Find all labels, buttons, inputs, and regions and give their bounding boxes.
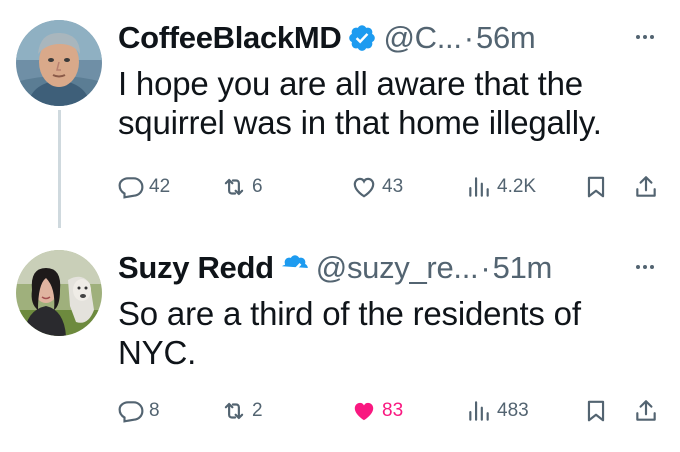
reply-button[interactable]: 8: [118, 396, 160, 426]
tweet[interactable]: CoffeeBlackMD @C... · 56m I hope you are…: [0, 0, 680, 228]
views-icon: [469, 401, 489, 421]
display-name[interactable]: CoffeeBlackMD: [118, 20, 342, 56]
timestamp[interactable]: 56m: [476, 20, 536, 56]
thread-line: [58, 110, 61, 228]
repost-count: 6: [252, 176, 263, 197]
like-count: 83: [382, 400, 404, 421]
repost-button[interactable]: 6: [221, 172, 263, 202]
views-count: 483: [497, 400, 529, 421]
avatar[interactable]: [16, 20, 102, 106]
handle[interactable]: @suzy_re...: [316, 250, 479, 286]
tweet-content: Suzy Redd @suzy_re... · 51m So are a thi…: [118, 248, 668, 372]
separator-dot: ·: [480, 250, 491, 285]
bookmark-icon: [587, 400, 605, 422]
separator-dot: ·: [463, 20, 475, 55]
like-icon: [353, 177, 375, 198]
repost-icon: [224, 402, 244, 420]
reply-count: 8: [149, 400, 160, 421]
reply-count: 42: [149, 176, 171, 197]
verified-badge-icon: [347, 23, 377, 53]
like-button[interactable]: 43: [351, 172, 403, 202]
bookmark-icon: [587, 176, 605, 198]
verified-badge-icon: [280, 253, 310, 283]
views-button[interactable]: 4.2K: [466, 172, 536, 202]
tweet[interactable]: Suzy Redd @suzy_re... · 51m So are a thi…: [0, 228, 680, 452]
tweet-text: I hope you are all aware that the squirr…: [118, 65, 602, 141]
handle[interactable]: @C...: [383, 20, 462, 56]
reply-icon: [118, 401, 144, 423]
reply-icon: [118, 177, 144, 199]
action-bar: 42 6 43 4.2K: [118, 172, 663, 202]
repost-count: 2: [252, 400, 263, 421]
timestamp[interactable]: 51m: [493, 250, 553, 286]
bookmark-button[interactable]: [583, 396, 609, 426]
views-count: 4.2K: [497, 176, 537, 197]
share-button[interactable]: [633, 396, 659, 426]
tweet-text: So are a third of the residents of NYC.: [118, 295, 581, 371]
more-icon[interactable]: [630, 22, 660, 52]
tweet-content: CoffeeBlackMD @C... · 56m I hope you are…: [118, 18, 668, 142]
tweet-header: Suzy Redd @suzy_re... · 51m: [118, 248, 668, 288]
repost-button[interactable]: 2: [221, 396, 263, 426]
share-button[interactable]: [633, 172, 659, 202]
action-bar: 8 2 83 483: [118, 396, 663, 426]
more-icon[interactable]: [630, 252, 660, 282]
share-icon: [636, 176, 656, 197]
views-button[interactable]: 483: [466, 396, 529, 426]
like-count: 43: [382, 176, 404, 197]
like-icon: [354, 402, 374, 421]
repost-icon: [224, 178, 244, 196]
display-name[interactable]: Suzy Redd: [118, 250, 274, 286]
tweet-header: CoffeeBlackMD @C... · 56m: [118, 18, 668, 58]
avatar[interactable]: [16, 250, 102, 336]
like-button[interactable]: 83: [351, 396, 403, 426]
bookmark-button[interactable]: [583, 172, 609, 202]
share-icon: [636, 400, 656, 421]
reply-button[interactable]: 42: [118, 172, 170, 202]
views-icon: [469, 177, 489, 197]
